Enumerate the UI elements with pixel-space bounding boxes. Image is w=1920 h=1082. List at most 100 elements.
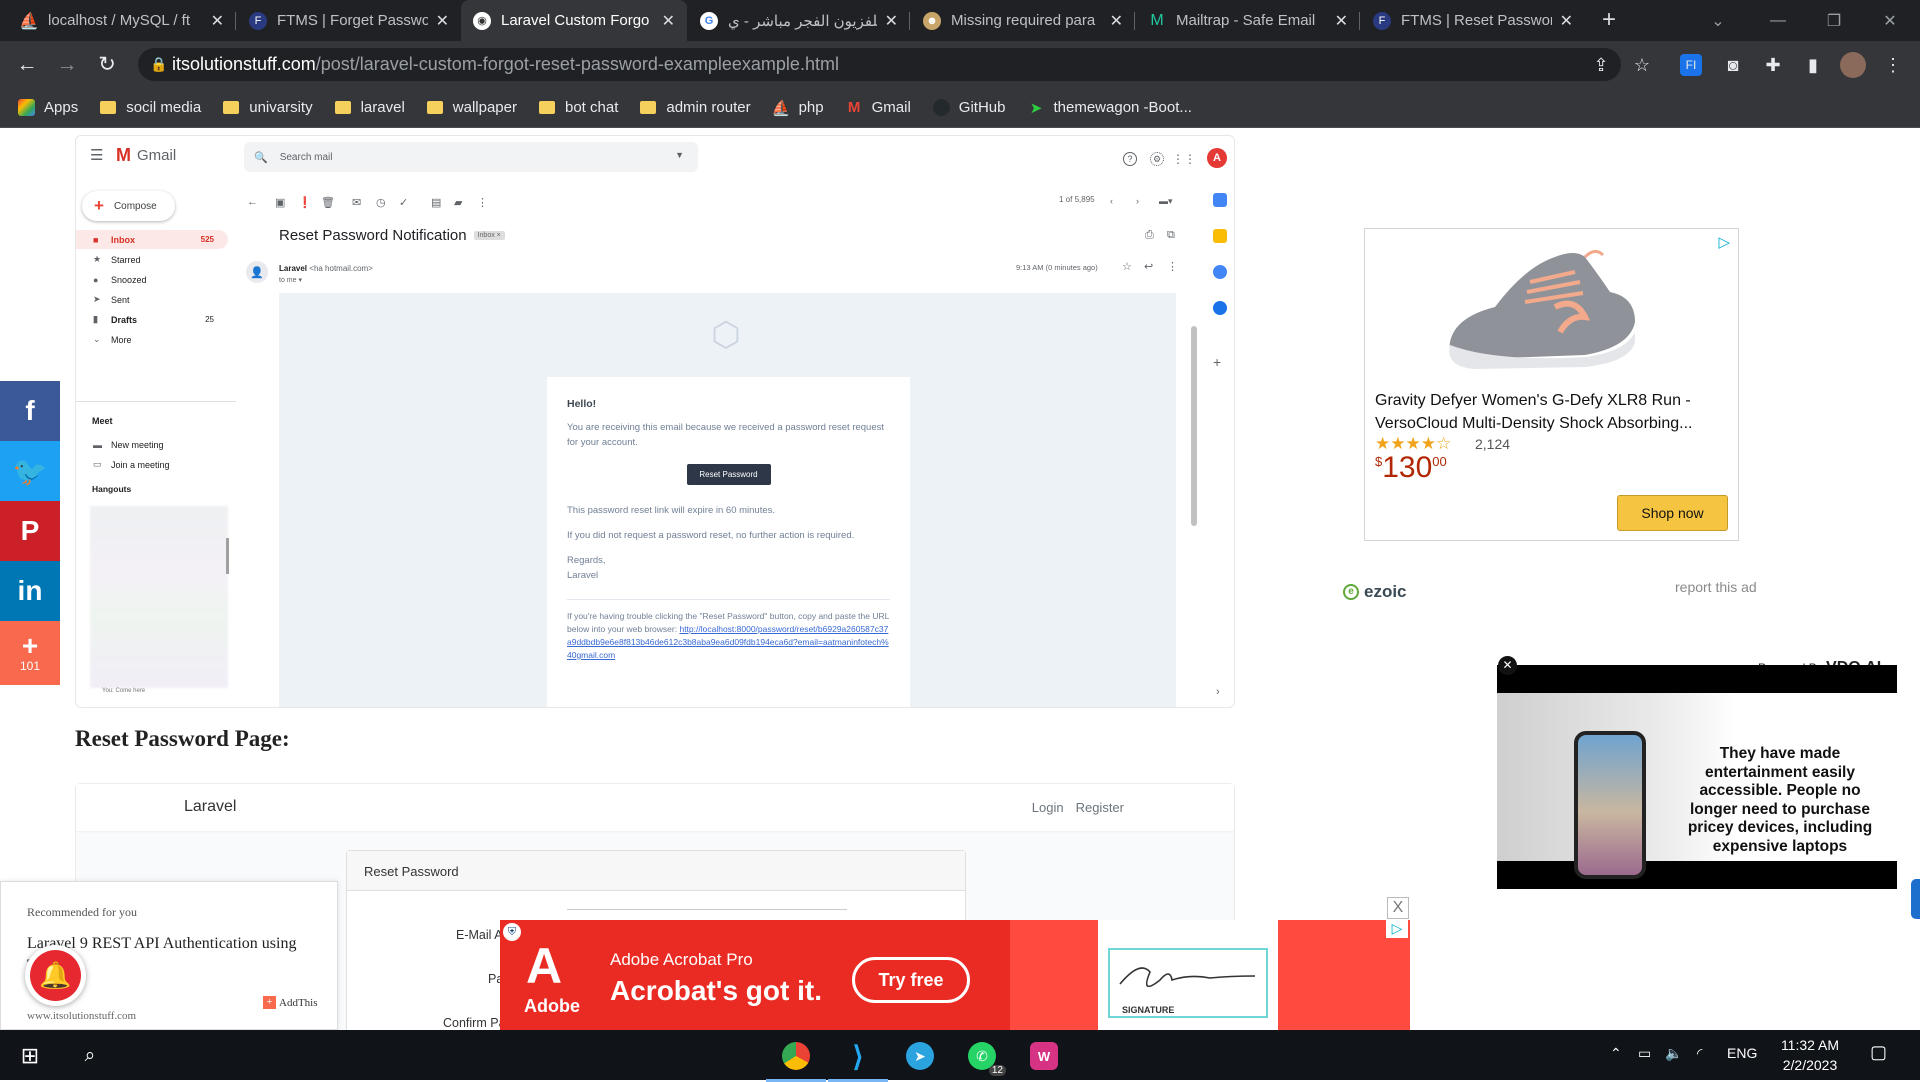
bookmark-folder[interactable]: laravel xyxy=(334,99,405,116)
notification-bell-button[interactable]: 🔔 xyxy=(25,945,86,1006)
bookmark-folder[interactable]: wallpaper xyxy=(426,99,517,116)
taskbar-clock[interactable]: 11:32 AM 2/2/2023 xyxy=(1765,1035,1855,1075)
volume-icon[interactable]: 🔈 xyxy=(1665,1045,1682,1062)
twitter-share-button[interactable]: 🐦 xyxy=(0,441,60,501)
edge-widget-tab[interactable] xyxy=(1911,879,1920,919)
shop-now-button[interactable]: Shop now xyxy=(1617,495,1728,531)
notifications-icon[interactable]: ▢ xyxy=(1870,1042,1887,1063)
linkedin-icon: in xyxy=(17,575,43,606)
battery-icon[interactable]: ▭ xyxy=(1638,1045,1651,1062)
pinterest-share-button[interactable]: P xyxy=(0,501,60,561)
language-indicator[interactable]: ENG xyxy=(1727,1045,1757,1061)
pink-app-taskbar-icon[interactable]: W xyxy=(1026,1038,1062,1074)
tab-laravel-forgot[interactable]: ◉ Laravel Custom Forgo ✕ xyxy=(461,0,687,41)
phone-image xyxy=(1574,731,1646,879)
telegram-taskbar-icon[interactable]: ➤ xyxy=(902,1038,938,1074)
addthis-link[interactable]: + AddThis xyxy=(263,996,318,1009)
windows-start-icon[interactable]: ⊞ xyxy=(12,1038,48,1074)
meet-new-meeting: ▬ New meeting xyxy=(76,435,228,454)
close-tab-icon[interactable]: ✕ xyxy=(1110,11,1123,31)
folder-icon xyxy=(100,101,117,114)
browser-menu-icon[interactable]: ⋮ xyxy=(1880,52,1906,78)
tab-ftms-reset[interactable]: F FTMS | Reset Passwor ✕ xyxy=(1361,0,1585,41)
preview-brand: Laravel xyxy=(184,798,237,815)
tab-search-icon[interactable]: ⌄ xyxy=(1690,0,1746,41)
back-arrow-icon: ← xyxy=(247,196,258,208)
profile-avatar[interactable] xyxy=(1840,52,1866,78)
product-title[interactable]: Gravity Defyer Women's G-Defy XLR8 Run -… xyxy=(1375,389,1730,435)
adobe-banner-ad[interactable]: A Adobe Adobe Acrobat Pro Acrobat's got … xyxy=(500,920,1410,1030)
ezoic-logo[interactable]: e ezoic xyxy=(1343,582,1407,602)
tab-ftms-forget[interactable]: F FTMS | Forget Passwo ✕ xyxy=(237,0,461,41)
search-icon[interactable]: ⌕ xyxy=(72,1038,108,1074)
recipient-line: to me ▾ xyxy=(279,277,302,284)
bookmark-folder[interactable]: bot chat xyxy=(539,99,618,116)
extensions-puzzle-icon[interactable]: ✚ xyxy=(1760,52,1786,78)
camera-extension-icon[interactable]: ◙ xyxy=(1720,52,1746,78)
preview-card-title: Reset Password xyxy=(347,851,965,891)
wifi-icon[interactable]: ◜ xyxy=(1697,1045,1702,1062)
bookmark-label: univarsity xyxy=(249,99,313,116)
email-card: Hello! You are receiving this email beca… xyxy=(547,377,910,707)
keyboard-icon: ▭ xyxy=(93,459,102,469)
back-button[interactable]: ← xyxy=(13,51,41,79)
plus-icon: + xyxy=(21,630,39,661)
reload-button[interactable]: ↻ xyxy=(93,51,121,79)
side-panel-icon[interactable]: ▮ xyxy=(1800,52,1826,78)
linkedin-share-button[interactable]: in xyxy=(0,561,60,621)
facebook-share-button[interactable]: f xyxy=(0,381,60,441)
tab-label: FTMS | Forget Passwo xyxy=(277,12,428,29)
report-ad-link[interactable]: report this ad xyxy=(1675,579,1757,595)
restore-button[interactable]: ❐ xyxy=(1806,0,1862,41)
close-tab-icon[interactable]: ✕ xyxy=(436,11,449,31)
product-ad[interactable]: ▷ Gravity Defyer Women's G-Defy XLR8 Run… xyxy=(1364,228,1739,541)
phpmyadmin-icon: ⛵ xyxy=(19,12,39,30)
folder-icon xyxy=(640,101,657,114)
nav-label: Snoozed xyxy=(111,274,147,285)
vscode-taskbar-icon[interactable]: ⟩ xyxy=(828,1038,888,1082)
try-free-button[interactable]: Try free xyxy=(852,957,970,1003)
bookmark-label: bot chat xyxy=(565,99,619,116)
gmail-nav-snoozed: ● Snoozed xyxy=(76,270,228,289)
address-bar[interactable]: 🔒 itsolutionstuff.com/post/laravel-custo… xyxy=(138,48,1621,81)
close-video-ad-icon[interactable]: ✕ xyxy=(1498,656,1517,675)
keep-icon xyxy=(1213,229,1227,243)
tab-missing-param[interactable]: ☻ Missing required para ✕ xyxy=(911,0,1135,41)
tab-alfajr[interactable]: G تلفزيون الفجر مباشر - ي ✕ xyxy=(688,0,910,41)
bookmark-php[interactable]: ⛵ php xyxy=(772,99,824,117)
bookmark-folder[interactable]: univarsity xyxy=(223,99,313,116)
bookmark-folder[interactable]: socil media xyxy=(100,99,201,116)
extension-fi-icon[interactable]: FI xyxy=(1680,54,1702,76)
tab-phpmyadmin[interactable]: ⛵ localhost / MySQL / ft ✕ xyxy=(8,0,236,41)
close-window-button[interactable]: ✕ xyxy=(1862,0,1918,41)
bookmark-folder[interactable]: admin router xyxy=(640,99,751,116)
close-tab-icon[interactable]: ✕ xyxy=(1335,11,1348,31)
forward-button[interactable]: → xyxy=(53,51,81,79)
new-tab-button[interactable]: + xyxy=(1597,8,1621,33)
chrome-taskbar-icon[interactable] xyxy=(766,1038,826,1082)
bookmark-apps[interactable]: Apps xyxy=(18,99,78,116)
adchoices-icon[interactable]: ▷ xyxy=(1718,233,1730,251)
tab-mailtrap[interactable]: M Mailtrap - Safe Email ✕ xyxy=(1136,0,1360,41)
new-window-icon: ⧉ xyxy=(1167,229,1175,241)
whatsapp-taskbar-icon[interactable]: ✆ 12 xyxy=(964,1038,1006,1076)
bookmark-gmail[interactable]: M Gmail xyxy=(846,99,911,116)
shoe-image xyxy=(1449,250,1635,369)
bookmark-star-icon[interactable]: ☆ xyxy=(1629,52,1655,78)
close-ad-button[interactable]: X xyxy=(1387,897,1409,919)
close-tab-icon[interactable]: ✕ xyxy=(885,11,898,31)
caret-down-icon: ▼ xyxy=(675,150,684,160)
video-ad-player[interactable]: They have made entertainment easily acce… xyxy=(1497,665,1897,889)
close-tab-icon[interactable]: ✕ xyxy=(1560,11,1573,31)
bookmark-github[interactable]: GitHub xyxy=(932,99,1005,116)
preview-confirm-label: Confirm Pa xyxy=(443,1016,506,1030)
more-share-button[interactable]: + 101 xyxy=(0,621,60,685)
close-tab-icon[interactable]: ✕ xyxy=(662,11,675,31)
adchoices-icon[interactable]: ▷ xyxy=(1386,920,1408,938)
minimize-button[interactable]: — xyxy=(1750,0,1806,41)
ezoic-label: ezoic xyxy=(1364,582,1407,601)
share-icon[interactable]: ⇪ xyxy=(1588,52,1614,78)
close-tab-icon[interactable]: ✕ xyxy=(211,11,224,31)
tray-chevron-up-icon[interactable]: ⌃ xyxy=(1610,1045,1622,1062)
bookmark-themewagon[interactable]: ➤ themewagon -Boot... xyxy=(1027,99,1192,117)
